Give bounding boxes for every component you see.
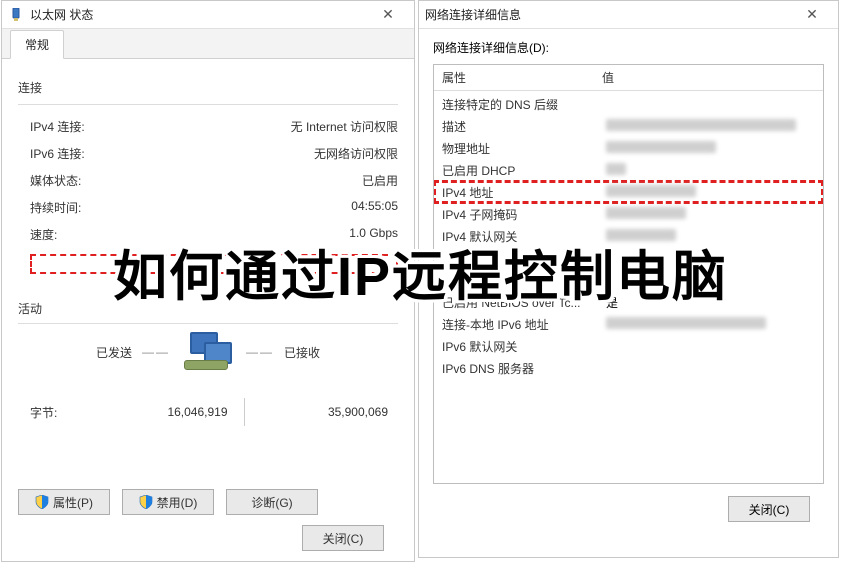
list-row-ipv6-gateway[interactable]: IPv6 默认网关 — [434, 335, 823, 357]
section-connection-label: 连接 — [18, 79, 398, 96]
prop-label: 已启用 DHCP — [442, 162, 606, 179]
row-speed: 速度: 1.0 Gbps — [18, 221, 398, 248]
left-close-button-label: 关闭(C) — [323, 530, 364, 547]
details-link-highlight[interactable] — [30, 254, 398, 274]
speed-label: 速度: — [30, 226, 57, 243]
prop-value — [606, 229, 815, 244]
ipv4-conn-label: IPv4 连接: — [30, 118, 85, 135]
activity-graphic-row: 已发送 —— —— 已接收 — [18, 332, 398, 372]
prop-label: IPv4 地址 — [442, 184, 606, 201]
prop-value — [606, 185, 815, 200]
list-row-ipv4-address[interactable]: IPv4 地址 — [434, 181, 823, 203]
dash-decor: —— — [142, 345, 170, 359]
ethernet-status-window: 以太网 状态 ✕ 常规 连接 IPv4 连接: 无 Internet 访问权限 … — [1, 0, 415, 562]
ipv4-conn-value: 无 Internet 访问权限 — [291, 118, 398, 135]
divider — [18, 323, 398, 324]
list-row-ipv4-subnet[interactable]: IPv4 子网掩码 — [434, 203, 823, 225]
list-row-netbios[interactable]: 已启用 NetBIOS over Tc... 是 — [434, 291, 823, 313]
prop-value — [606, 119, 815, 134]
prop-label: 连接特定的 DNS 后缀 — [442, 96, 606, 113]
header-property: 属性 — [442, 69, 602, 86]
details-list-label: 网络连接详细信息(D): — [433, 39, 824, 56]
section-activity: 活动 已发送 —— —— 已接收 字节: 16,046,919 35,900,0… — [18, 292, 398, 444]
prop-value — [606, 317, 815, 332]
left-panel-body: 连接 IPv4 连接: 无 Internet 访问权限 IPv6 连接: 无网络… — [2, 59, 414, 561]
network-details-window: 网络连接详细信息 ✕ 网络连接详细信息(D): 属性 值 连接特定的 DNS 后… — [418, 0, 839, 558]
list-row-obscured[interactable] — [434, 269, 823, 291]
row-ipv4-connectivity: IPv4 连接: 无 Internet 访问权限 — [18, 113, 398, 140]
disable-button-label: 禁用(D) — [157, 494, 198, 511]
diagnose-button[interactable]: 诊断(G) — [226, 489, 318, 515]
left-bottom-bar: 关闭(C) — [18, 515, 398, 551]
bytes-recv-value: 35,900,069 — [251, 405, 399, 419]
prop-value — [606, 163, 815, 178]
right-bottom-bar: 关闭(C) — [433, 484, 824, 522]
row-ipv6-connectivity: IPv6 连接: 无网络访问权限 — [18, 140, 398, 167]
bytes-label: 字节: — [30, 404, 90, 421]
action-button-row: 属性(P) 禁用(D) 诊断(G) — [18, 481, 398, 515]
list-body: 连接特定的 DNS 后缀 描述 物理地址 已启用 DHCP IPv4 地址 — [434, 91, 823, 381]
sent-label: 已发送 — [96, 344, 132, 361]
left-titlebar[interactable]: 以太网 状态 ✕ — [2, 1, 414, 29]
shield-icon — [35, 495, 49, 509]
left-close-icon[interactable]: ✕ — [368, 1, 408, 29]
left-window-title: 以太网 状态 — [30, 6, 93, 23]
list-row-dns-suffix[interactable]: 连接特定的 DNS 后缀 — [434, 93, 823, 115]
list-row-dhcp-enabled[interactable]: 已启用 DHCP — [434, 159, 823, 181]
prop-label: 物理地址 — [442, 140, 606, 157]
media-label: 媒体状态: — [30, 172, 81, 189]
duration-label: 持续时间: — [30, 199, 81, 216]
list-row-description[interactable]: 描述 — [434, 115, 823, 137]
right-titlebar[interactable]: 网络连接详细信息 ✕ — [419, 1, 838, 29]
details-listbox[interactable]: 属性 值 连接特定的 DNS 后缀 描述 物理地址 已启用 DHCP — [433, 64, 824, 484]
duration-value: 04:55:05 — [351, 199, 398, 216]
prop-value — [606, 141, 815, 156]
list-row-linklocal-ipv6[interactable]: 连接-本地 IPv6 地址 — [434, 313, 823, 335]
prop-label: 连接-本地 IPv6 地址 — [442, 316, 606, 333]
disable-button[interactable]: 禁用(D) — [122, 489, 214, 515]
media-value: 已启用 — [362, 172, 398, 189]
prop-label: IPv4 默认网关 — [442, 228, 606, 245]
diagnose-button-label: 诊断(G) — [251, 494, 292, 511]
header-value: 值 — [602, 69, 815, 86]
list-header: 属性 值 — [434, 65, 823, 91]
prop-label: 已启用 NetBIOS over Tc... — [442, 294, 606, 311]
list-row-ipv4-gateway[interactable]: IPv4 默认网关 — [434, 225, 823, 247]
divider — [18, 104, 398, 105]
left-close-button[interactable]: 关闭(C) — [302, 525, 384, 551]
prop-label: IPv6 DNS 服务器 — [442, 360, 606, 377]
list-row-ipv6-dns[interactable]: IPv6 DNS 服务器 — [434, 357, 823, 379]
bytes-sent-value: 16,046,919 — [90, 405, 238, 419]
shield-icon — [139, 495, 153, 509]
prop-label: IPv4 子网掩码 — [442, 206, 606, 223]
ethernet-icon — [8, 7, 24, 23]
list-row-obscured[interactable] — [434, 247, 823, 269]
ipv6-conn-value: 无网络访问权限 — [314, 145, 398, 162]
bytes-row: 字节: 16,046,919 35,900,069 — [18, 392, 398, 444]
properties-button-label: 属性(P) — [53, 494, 93, 511]
row-duration: 持续时间: 04:55:05 — [18, 194, 398, 221]
right-close-icon[interactable]: ✕ — [792, 1, 832, 29]
ipv6-conn-label: IPv6 连接: — [30, 145, 85, 162]
properties-button[interactable]: 属性(P) — [18, 489, 110, 515]
tab-general[interactable]: 常规 — [10, 30, 64, 59]
prop-label: IPv6 默认网关 — [442, 338, 606, 355]
right-close-button-label: 关闭(C) — [749, 501, 790, 518]
dash-decor: —— — [246, 345, 274, 359]
right-window-title: 网络连接详细信息 — [425, 6, 521, 23]
right-close-button[interactable]: 关闭(C) — [728, 496, 810, 522]
prop-label: 描述 — [442, 118, 606, 135]
tab-strip: 常规 — [2, 29, 414, 59]
bytes-separator — [244, 398, 245, 426]
details-area: 网络连接详细信息(D): 属性 值 连接特定的 DNS 后缀 描述 物理地址 — [419, 29, 838, 532]
network-computers-icon — [180, 332, 236, 372]
prop-value — [606, 207, 815, 222]
activity-label: 活动 — [18, 300, 398, 317]
recv-label: 已接收 — [284, 344, 320, 361]
row-media-state: 媒体状态: 已启用 — [18, 167, 398, 194]
list-row-physical-address[interactable]: 物理地址 — [434, 137, 823, 159]
prop-value: 是 — [606, 294, 815, 311]
speed-value: 1.0 Gbps — [349, 226, 398, 243]
